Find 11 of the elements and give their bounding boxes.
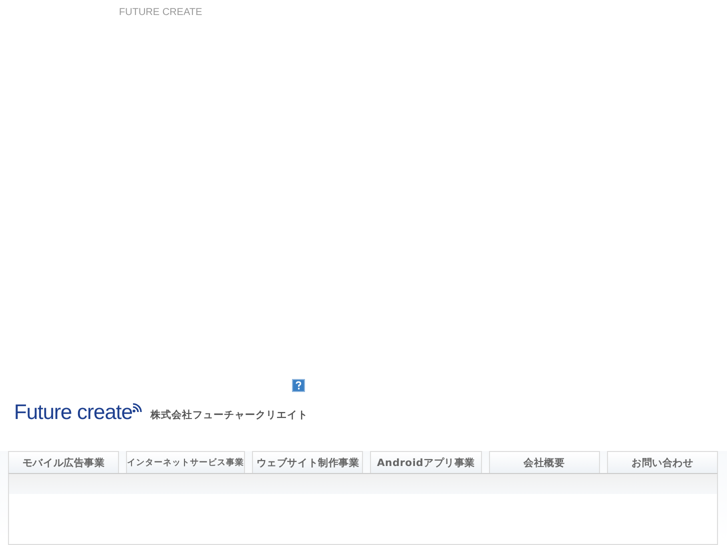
help-icon bbox=[292, 379, 305, 392]
nav-tab[interactable]: Androidアプリ事業 bbox=[370, 451, 482, 473]
site-tagline: FUTURE CREATE bbox=[119, 7, 202, 19]
logo[interactable]: Future create bbox=[14, 402, 132, 424]
nav-tab[interactable]: インターネットサービス事業 bbox=[126, 451, 246, 473]
signal-icon bbox=[132, 400, 144, 413]
nav-tab[interactable]: 会社概要 bbox=[488, 451, 600, 473]
nav-tab[interactable]: ウェブサイト制作事業 bbox=[252, 451, 364, 473]
nav-tab[interactable]: モバイル広告事業 bbox=[8, 451, 120, 473]
company-name: 株式会社フューチャークリエイト bbox=[150, 408, 308, 423]
nav-tab[interactable]: お問い合わせ bbox=[606, 451, 718, 473]
